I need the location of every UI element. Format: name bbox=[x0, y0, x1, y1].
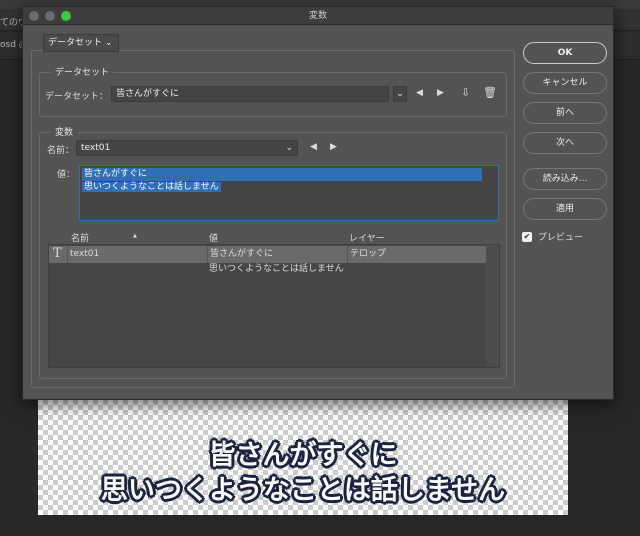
name-dropdown[interactable]: text01 ⌄ bbox=[76, 140, 298, 156]
close-button[interactable] bbox=[29, 11, 39, 21]
next-dataset-icon[interactable]: ▶ bbox=[437, 88, 444, 98]
sort-ascending-icon: ▲ bbox=[133, 233, 137, 239]
table-row[interactable]: T text01 皆さんがすぐに テロップ bbox=[49, 246, 486, 263]
mode-dropdown-label: データセット bbox=[48, 38, 103, 48]
ok-button[interactable]: OK bbox=[523, 42, 607, 64]
dataset-dropdown-chevron-icon[interactable]: ⌄ bbox=[393, 86, 407, 102]
minimize-button[interactable] bbox=[45, 11, 55, 21]
col-header-value[interactable]: 値 bbox=[209, 231, 218, 244]
dataset-label: データセット： bbox=[45, 92, 109, 102]
value-line-2: 思いつくようなことは話しません bbox=[82, 182, 221, 192]
caption-line-1: 皆さんがすぐに bbox=[208, 440, 398, 471]
chevron-down-icon: ⌄ bbox=[285, 143, 293, 153]
cancel-button[interactable]: キャンセル bbox=[523, 72, 607, 94]
dialog-title: 変数 bbox=[308, 11, 327, 21]
name-label: 名前： bbox=[47, 146, 75, 156]
prev-dataset-icon[interactable]: ◀ bbox=[416, 88, 423, 98]
value-textarea[interactable]: 皆さんがすぐに 思いつくようなことは話しません bbox=[79, 165, 499, 221]
variables-table: T text01 皆さんがすぐに テロップ 思いつくようなことは話しません bbox=[48, 244, 500, 368]
apply-button[interactable]: 適用 bbox=[523, 198, 607, 220]
variables-dialog: 変数 データセット ⌄ データセット データセット： 皆さんがすぐに ⌄ ◀ ▶… bbox=[22, 6, 614, 400]
import-button[interactable]: 読み込み... bbox=[523, 168, 607, 190]
row-value-line-2: 思いつくようなことは話しません bbox=[209, 264, 344, 274]
prev-variable-icon[interactable]: ◀ bbox=[310, 142, 317, 152]
mode-dropdown[interactable]: データセット ⌄ bbox=[43, 34, 119, 52]
chevron-down-icon: ⌄ bbox=[104, 38, 113, 48]
next-button[interactable]: 次へ bbox=[523, 132, 607, 154]
variable-group-legend: 変数 bbox=[51, 125, 78, 138]
row-value-line-1: 皆さんがすぐに bbox=[207, 246, 347, 263]
text-layer-icon: T bbox=[53, 246, 62, 261]
trash-icon[interactable]: 🗑 bbox=[483, 86, 497, 99]
document-canvas: 皆さんがすぐに 思いつくようなことは話しません bbox=[38, 400, 568, 515]
dataset-group-legend: データセット bbox=[51, 65, 114, 78]
value-line-1: 皆さんがすぐに bbox=[82, 168, 482, 181]
prev-button[interactable]: 前へ bbox=[523, 102, 607, 124]
preview-label: プレビュー bbox=[537, 233, 583, 243]
row-name: text01 bbox=[67, 246, 207, 263]
preview-checkbox[interactable]: ✔ プレビュー bbox=[522, 230, 583, 243]
value-label: 値： bbox=[57, 170, 76, 180]
checkmark-icon: ✔ bbox=[522, 231, 532, 242]
title-bar: 変数 bbox=[23, 7, 613, 25]
caption-line-2: 思いつくようなことは話しません bbox=[100, 475, 506, 506]
next-variable-icon[interactable]: ▶ bbox=[330, 142, 337, 152]
col-header-layer[interactable]: レイヤー bbox=[349, 231, 385, 244]
table-scrollbar[interactable] bbox=[486, 245, 499, 367]
save-dataset-icon[interactable]: ⇩ bbox=[461, 86, 470, 99]
row-layer: テロップ bbox=[347, 246, 386, 263]
col-header-name[interactable]: 名前 bbox=[71, 231, 89, 244]
zoom-button[interactable] bbox=[61, 11, 71, 21]
dataset-field[interactable]: 皆さんがすぐに bbox=[111, 86, 389, 102]
name-value: text01 bbox=[81, 143, 111, 153]
